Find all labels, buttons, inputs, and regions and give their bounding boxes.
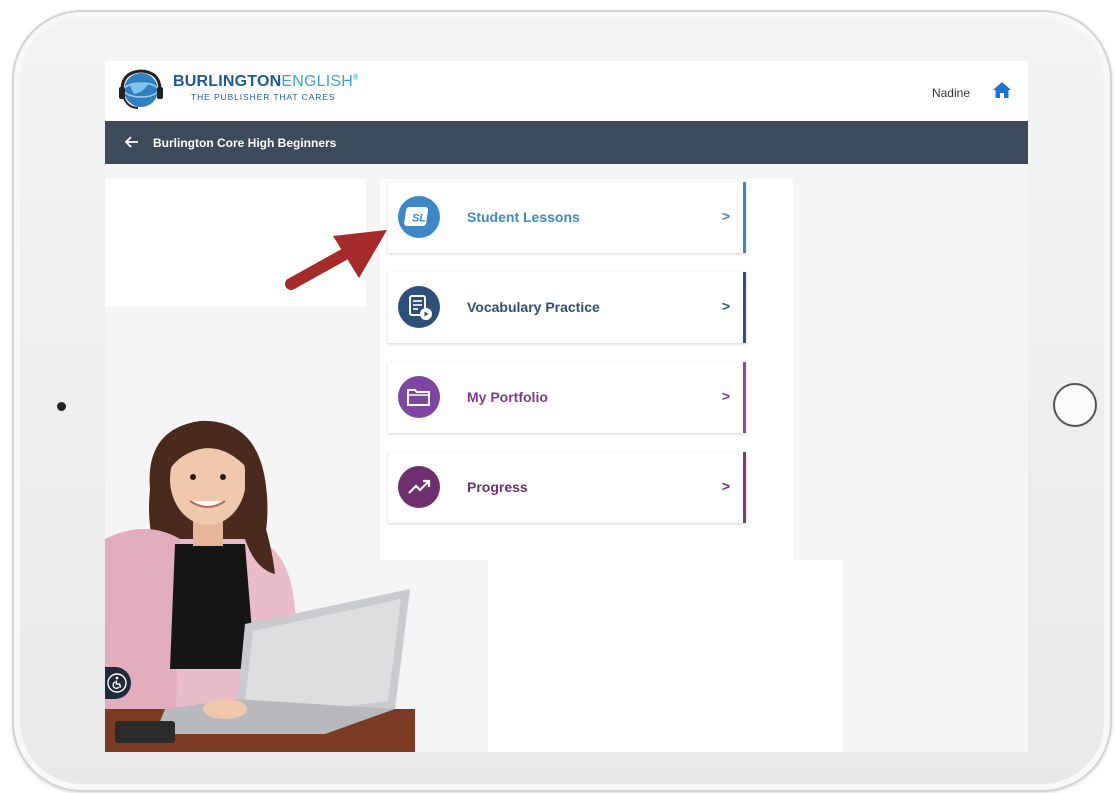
header: BURLINGTONENGLISH® THE PUBLISHER THAT CA… bbox=[105, 61, 1028, 121]
globe-logo-icon bbox=[119, 69, 163, 109]
brand-name: BURLINGTONENGLISH® bbox=[173, 73, 359, 90]
device-home-button[interactable] bbox=[1053, 383, 1097, 427]
vocabulary-icon bbox=[398, 286, 440, 328]
app-screen: BURLINGTONENGLISH® THE PUBLISHER THAT CA… bbox=[105, 61, 1028, 752]
menu-label: Vocabulary Practice bbox=[467, 299, 600, 315]
camera-dot bbox=[57, 402, 66, 411]
background-panel bbox=[488, 560, 843, 752]
chevron-right-icon: > bbox=[721, 478, 730, 494]
user-name[interactable]: Nadine bbox=[932, 86, 970, 100]
menu-card-vocabulary-practice[interactable]: Vocabulary Practice > bbox=[388, 272, 746, 343]
red-arrow-pointer bbox=[285, 230, 387, 290]
menu-label: Student Lessons bbox=[467, 209, 580, 225]
menu-card-my-portfolio[interactable]: My Portfolio > bbox=[388, 362, 746, 433]
student-photo bbox=[105, 420, 415, 752]
home-icon[interactable] bbox=[992, 81, 1012, 99]
chevron-right-icon: > bbox=[721, 388, 730, 404]
menu-label: My Portfolio bbox=[467, 389, 548, 405]
chevron-right-icon: > bbox=[721, 298, 730, 314]
menu-label: Progress bbox=[467, 479, 528, 495]
accessibility-icon bbox=[107, 673, 127, 693]
arrow-left-icon[interactable] bbox=[123, 134, 139, 150]
svg-text:SL: SL bbox=[412, 213, 426, 225]
course-title: Burlington Core High Beginners bbox=[153, 136, 337, 150]
brand-tagline: THE PUBLISHER THAT CARES bbox=[191, 92, 336, 102]
card-accent-bar bbox=[743, 272, 746, 343]
card-accent-bar bbox=[743, 452, 746, 523]
card-accent-bar bbox=[743, 182, 746, 253]
course-navbar: Burlington Core High Beginners bbox=[105, 121, 1028, 164]
menu-card-progress[interactable]: Progress > bbox=[388, 452, 746, 523]
card-accent-bar bbox=[743, 362, 746, 433]
menu-card-student-lessons[interactable]: SL Student Lessons > bbox=[388, 182, 746, 253]
sl-icon: SL bbox=[398, 196, 440, 238]
chevron-right-icon: > bbox=[721, 208, 730, 224]
